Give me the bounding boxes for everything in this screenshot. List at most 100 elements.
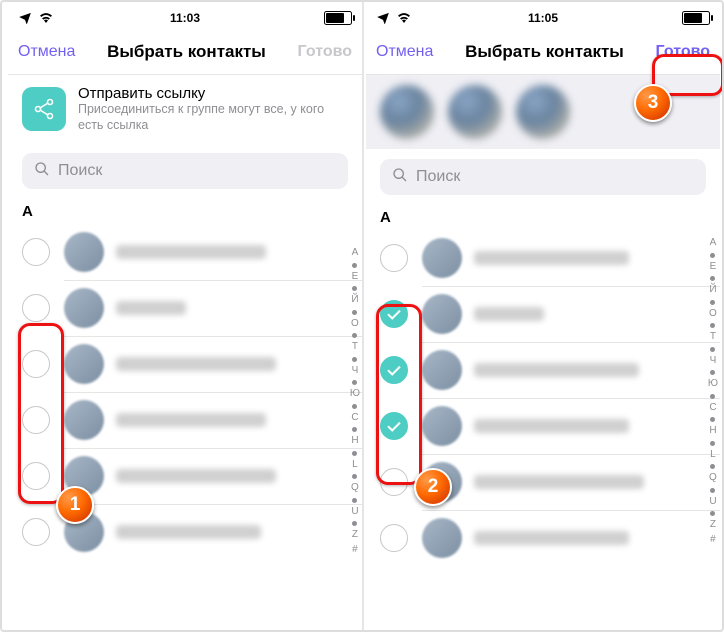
alpha-letter[interactable]: Е (710, 260, 717, 275)
alpha-letter[interactable]: H (351, 434, 358, 449)
alpha-letter[interactable]: О (709, 307, 717, 322)
alpha-dot[interactable] (352, 310, 357, 315)
contact-name-blurred (116, 357, 276, 371)
alpha-dot[interactable] (710, 253, 715, 258)
search-input[interactable]: Поиск (22, 153, 348, 189)
search-input[interactable]: Поиск (380, 159, 706, 195)
alpha-letter[interactable]: # (710, 533, 716, 548)
alpha-letter[interactable]: Z (710, 518, 716, 533)
callout-marker-1: 1 (56, 486, 94, 524)
contact-row[interactable] (8, 392, 362, 448)
alpha-letter[interactable]: Ч (710, 354, 717, 369)
alpha-letter[interactable]: # (352, 543, 358, 558)
alpha-letter[interactable]: Т (710, 330, 716, 345)
contact-row[interactable] (366, 398, 720, 454)
checkbox[interactable] (22, 350, 50, 378)
alpha-letter[interactable]: Ч (352, 364, 359, 379)
alpha-letter[interactable]: Z (352, 528, 358, 543)
alpha-dot[interactable] (352, 357, 357, 362)
share-title: Отправить ссылку (78, 85, 348, 102)
contact-name-blurred (116, 245, 266, 259)
callout-marker-2: 2 (414, 468, 452, 506)
contact-row[interactable] (8, 280, 362, 336)
contact-name-blurred (116, 301, 186, 315)
alpha-index[interactable]: АЕЙОТЧЮСHLQUZ# (708, 236, 718, 547)
alpha-letter[interactable]: Й (351, 293, 358, 308)
selected-avatar[interactable] (448, 85, 502, 139)
section-header: А (366, 205, 720, 230)
checkbox[interactable] (22, 294, 50, 322)
alpha-letter[interactable]: О (351, 317, 359, 332)
alpha-letter[interactable]: Q (351, 481, 359, 496)
status-bar: 11:03 (8, 6, 362, 30)
checkbox[interactable] (22, 462, 50, 490)
checkbox[interactable] (380, 524, 408, 552)
alpha-dot[interactable] (710, 300, 715, 305)
alpha-dot[interactable] (710, 464, 715, 469)
alpha-letter[interactable]: С (709, 401, 716, 416)
contact-name-blurred (474, 419, 629, 433)
alpha-letter[interactable]: L (710, 448, 716, 463)
share-link-row[interactable]: Отправить ссылку Присоединиться к группе… (8, 75, 362, 143)
alpha-letter[interactable]: L (352, 458, 358, 473)
contact-row[interactable] (366, 286, 720, 342)
alpha-dot[interactable] (352, 333, 357, 338)
alpha-letter[interactable]: Й (709, 283, 716, 298)
contact-row[interactable] (8, 336, 362, 392)
alpha-letter[interactable]: Т (352, 340, 358, 355)
alpha-dot[interactable] (710, 417, 715, 422)
alpha-dot[interactable] (710, 276, 715, 281)
checkbox[interactable] (380, 300, 408, 328)
contact-name-blurred (474, 251, 629, 265)
alpha-letter[interactable]: С (351, 411, 358, 426)
contact-row[interactable] (366, 342, 720, 398)
done-button[interactable]: Готово (656, 43, 710, 61)
alpha-dot[interactable] (352, 263, 357, 268)
selected-avatar[interactable] (380, 85, 434, 139)
contact-row[interactable] (8, 224, 362, 280)
alpha-letter[interactable]: Е (352, 270, 359, 285)
alpha-letter[interactable]: H (709, 424, 716, 439)
alpha-letter[interactable]: U (351, 505, 358, 520)
alpha-letter[interactable]: А (352, 246, 359, 261)
alpha-dot[interactable] (352, 498, 357, 503)
avatar (64, 344, 104, 384)
contact-name-blurred (116, 469, 276, 483)
alpha-dot[interactable] (710, 441, 715, 446)
alpha-letter[interactable]: Ю (708, 377, 718, 392)
cancel-button[interactable]: Отмена (376, 43, 433, 61)
alpha-dot[interactable] (710, 511, 715, 516)
contact-name-blurred (474, 307, 544, 321)
checkbox[interactable] (380, 244, 408, 272)
checkbox[interactable] (380, 468, 408, 496)
alpha-letter[interactable]: U (709, 495, 716, 510)
cancel-button[interactable]: Отмена (18, 43, 75, 61)
checkbox[interactable] (22, 238, 50, 266)
checkbox[interactable] (380, 356, 408, 384)
alpha-dot[interactable] (352, 404, 357, 409)
contact-name-blurred (474, 475, 644, 489)
alpha-letter[interactable]: А (710, 236, 717, 251)
checkbox[interactable] (22, 518, 50, 546)
alpha-dot[interactable] (352, 380, 357, 385)
alpha-index[interactable]: АЕЙОТЧЮСHLQUZ# (350, 246, 360, 557)
alpha-letter[interactable]: Q (709, 471, 717, 486)
alpha-dot[interactable] (352, 451, 357, 456)
checkbox[interactable] (380, 412, 408, 440)
avatar (422, 294, 462, 334)
alpha-dot[interactable] (352, 427, 357, 432)
share-subtitle: Присоединиться к группе могут все, у ког… (78, 102, 348, 133)
alpha-dot[interactable] (710, 394, 715, 399)
alpha-dot[interactable] (352, 521, 357, 526)
alpha-dot[interactable] (710, 370, 715, 375)
alpha-dot[interactable] (710, 323, 715, 328)
alpha-letter[interactable]: Ю (350, 387, 360, 402)
alpha-dot[interactable] (710, 488, 715, 493)
alpha-dot[interactable] (352, 286, 357, 291)
contact-row[interactable] (366, 230, 720, 286)
selected-avatar[interactable] (516, 85, 570, 139)
checkbox[interactable] (22, 406, 50, 434)
alpha-dot[interactable] (710, 347, 715, 352)
alpha-dot[interactable] (352, 474, 357, 479)
contact-row[interactable] (366, 510, 720, 566)
